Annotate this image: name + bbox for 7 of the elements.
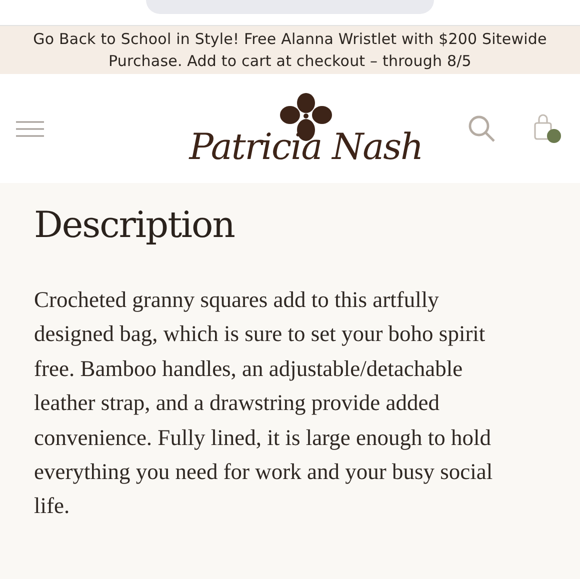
menu-icon[interactable] [16, 120, 44, 136]
search-icon[interactable] [468, 114, 496, 142]
section-heading: Description [34, 204, 236, 248]
logo[interactable]: Patricia Nash [189, 128, 423, 166]
description-text: Crocheted granny squares add to this artfully designed bag, which is sure to set your boho spirit free. Bamboo handles, an adjustable/detachable leather strap, and a drawstring provide added convenience. Fully lined, it is large enough to hold everything you need for work and your busy social life. [34, 286, 494, 520]
shopping-bag-icon[interactable] [532, 114, 562, 144]
promo-text: Go Back to School in Style! Free Alanna Wristlet with $200 Sitewide Purchase. Add to cart at checkout – through 8/5 [32, 29, 548, 72]
